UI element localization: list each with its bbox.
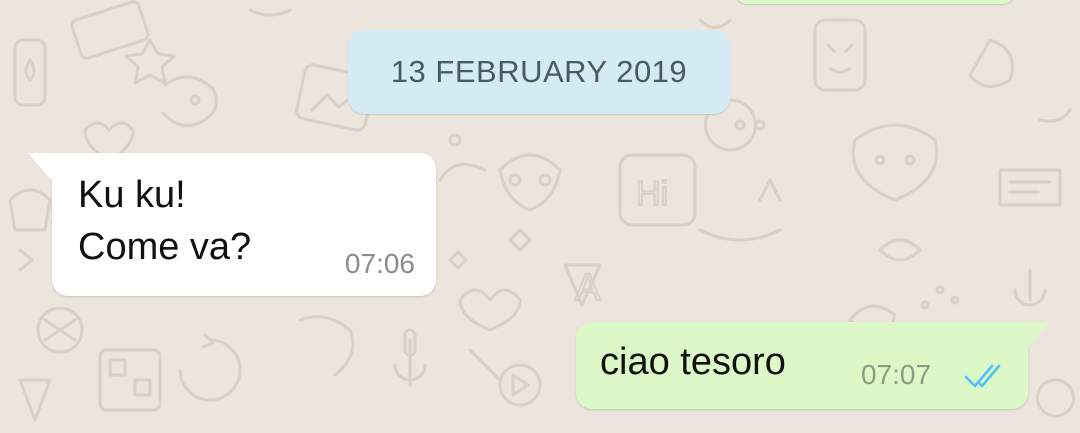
message-line: Come va? [78,226,252,268]
incoming-message-text: Ku ku! Come va? [78,169,251,273]
double-check-icon [964,364,1001,388]
message-timestamp: 07:06 [344,248,415,279]
bubble-tail [1026,322,1050,350]
svg-text:A: A [575,267,601,309]
incoming-message-bubble[interactable]: Ku ku! Come va? 07:06 [28,153,436,296]
date-separator: 13 FEBRUARY 2019 [348,30,730,114]
date-separator-label: 13 FEBRUARY 2019 [390,54,688,89]
outgoing-message-bubble[interactable]: ciao tesoro 07:07 [576,322,1050,409]
message-line: Ku ku! [78,174,186,216]
bubble-tail [28,153,54,183]
outgoing-message-text: ciao tesoro [600,341,786,383]
message-timestamp: 07:07 [861,359,932,390]
svg-text:Hi: Hi [636,175,668,213]
previous-outgoing-bubble[interactable] [735,0,1015,4]
